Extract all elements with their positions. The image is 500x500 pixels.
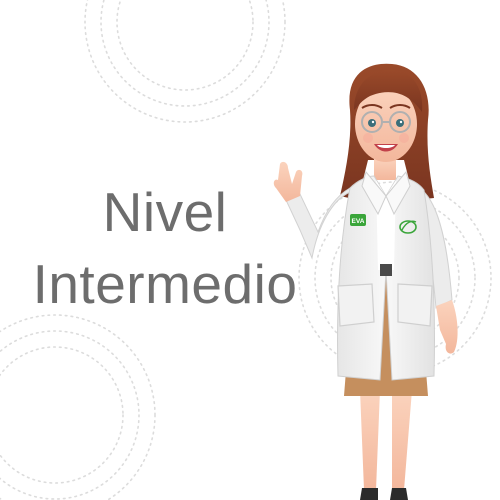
coat-pocket-right — [397, 283, 433, 327]
cheek-right — [399, 133, 409, 143]
eye-highlight — [399, 120, 403, 124]
lowered-arm-hand — [436, 300, 458, 354]
eye-highlight — [371, 120, 375, 124]
doctor-character-illustration: EVA — [273, 63, 458, 500]
eye-left — [368, 119, 376, 127]
cheek-left — [363, 133, 373, 143]
left-shoe — [360, 488, 378, 500]
name-badge-text: EVA — [352, 218, 365, 225]
left-leg — [360, 390, 380, 490]
eye-right — [396, 119, 404, 127]
right-shoe — [390, 488, 408, 500]
coat-pocket-left — [337, 283, 375, 327]
belt — [380, 264, 392, 276]
right-leg — [392, 390, 412, 490]
raised-arm-hand — [273, 161, 303, 202]
raised-arm-sleeve — [285, 187, 351, 260]
name-badge: EVA — [350, 214, 366, 226]
page: Nivel Intermedio EVA — [0, 0, 500, 500]
